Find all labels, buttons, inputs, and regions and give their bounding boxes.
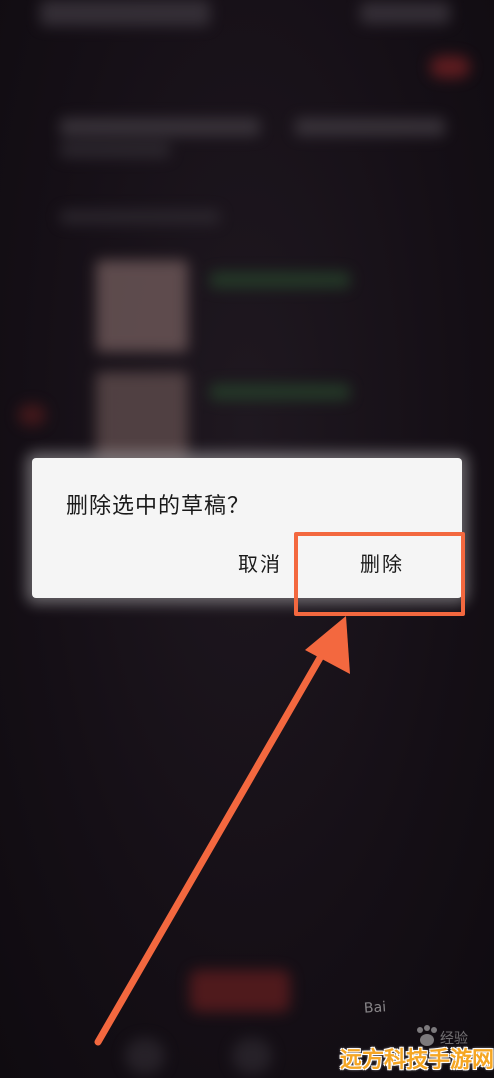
bg-select-indicator: [18, 404, 46, 426]
bg-topbar-title: [40, 0, 210, 26]
bg-nav-icon: [232, 1038, 272, 1074]
delete-highlight-box: [294, 532, 465, 616]
dialog-message: 删除选中的草稿？: [66, 494, 251, 519]
bg-nav-icon: [125, 1038, 165, 1074]
bg-draft-text: [210, 384, 350, 400]
baidu-watermark: Bai: [363, 999, 387, 1017]
bg-text-line: [60, 118, 260, 136]
site-watermark: 远方科技手游网: [340, 1048, 494, 1073]
bg-section-header: [60, 210, 220, 224]
cancel-button[interactable]: 取消: [238, 548, 282, 577]
app-screen: 删除选中的草稿？ 取消 删除 Bai 经验 远方科技手游网: [0, 0, 494, 1078]
bg-draft-thumbnail: [96, 260, 188, 352]
bg-text-line: [60, 142, 170, 158]
bg-text-line: [295, 118, 445, 136]
bg-topbar-action: [360, 2, 450, 24]
bg-draft-thumbnail: [96, 372, 188, 460]
bg-red-badge: [430, 56, 470, 78]
bg-bottom-action: [190, 970, 290, 1012]
bg-draft-text: [210, 272, 350, 288]
